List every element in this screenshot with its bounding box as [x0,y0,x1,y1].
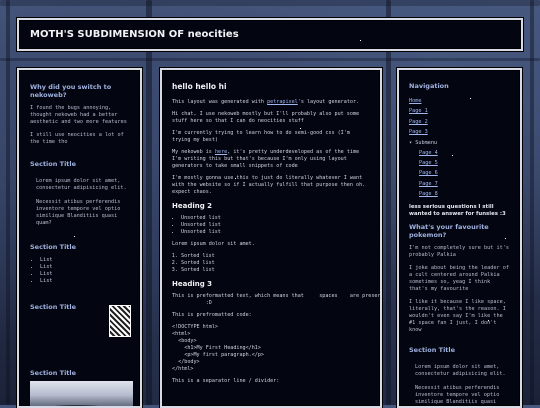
separator-label: This is a separator line / divider: [172,378,280,384]
faq-title: Why did you switch to nekoweb? [30,83,112,99]
intro-paragraph: This layout was generated with petrapixe… [172,99,370,106]
nav-page-1[interactable]: Page 1 [409,106,510,116]
nekoweb-link[interactable]: here [215,149,227,155]
faq-answer-1: I found the bugs annoying, thought nekow… [30,105,127,125]
snowy-landscape-image [30,381,133,406]
star-sparkle [235,178,236,179]
list-item: Unsorted list [181,229,370,236]
nav-page-2[interactable]: Page 2 [409,117,510,127]
nav-home[interactable]: Home [409,96,510,106]
pokemon-answer: I like it because I like space, literall… [409,298,506,333]
nav-page-3[interactable]: Page 3 [409,127,510,137]
petrapixel-link[interactable]: petrapixel [267,99,298,105]
star-sparkle [452,155,453,156]
sorted-list: Sorted list Sorted list Sorted list [172,253,370,274]
intro-text: This layout was generated with [172,99,268,105]
site-header: MOTH'S SUBDIMENSION OF neocities [17,18,523,51]
section-title: Section Title [409,345,456,354]
paragraph: I'm currently trying to learn how to do … [172,130,350,143]
list-item: List [40,278,129,285]
heading-2: Heading 2 [172,202,213,210]
right-sidebar: Navigation Home Page 1 Page 2 Page 3 ▾ S… [397,68,522,408]
star-sparkle [74,236,75,237]
submenu-toggle[interactable]: ▾ Submenu [409,138,510,148]
left-sidebar: Why did you switch to nekoweb? I found t… [17,68,142,408]
navigation-menu: Home Page 1 Page 2 Page 3 ▾ Submenu Page… [409,96,510,200]
paragraph: Hi chat, I use nekoweb mostly but I'll p… [172,111,360,124]
page-heading: hello hello hi [172,82,227,91]
navigation-title: Navigation [409,82,449,90]
site-title: MOTH'S SUBDIMENSION OF neocities [30,29,239,40]
paragraph: I'm mostly gonna use this to just do lit… [172,175,366,195]
code-label: This is prefromatted code: [172,312,252,318]
section-text: Lorem ipsum dolor sit amet, consectetur … [36,178,127,191]
paragraph: My nekoweb is here, it's pretty underdev… [172,149,370,170]
section-title: Section Title [30,243,77,251]
star-sparkle [300,128,301,129]
section-text: Necessit atibus perferendis inventore te… [36,199,121,226]
nav-page-8[interactable]: Page 8 [409,189,510,199]
intro-text-end: 's layout generator. [297,99,360,105]
list-item: Sorted list [181,253,370,260]
pokemon-answer: I joke about being the leader of a cult … [409,264,509,292]
section-text: Lorem ipsum dolor sit amet, consectetur … [415,363,506,377]
section-text: Necessit atibus perferendis inventore te… [415,384,500,406]
favourite-pokemon-title: What's your favourite pokemon? [409,222,489,239]
star-sparkle [505,238,506,239]
section-title: Section Title [30,369,77,377]
list-item: Sorted list [181,260,370,267]
list-item: List [40,271,129,278]
tree-branch [0,0,540,6]
list-item: List [40,257,129,264]
nav-page-7[interactable]: Page 7 [409,179,510,189]
star-sparkle [488,320,489,321]
star-sparkle [360,40,361,41]
pixel-art-image [109,305,131,337]
heading-3: Heading 3 [172,280,213,288]
main-content: hello hello hi This layout was generated… [160,68,382,408]
tree-trunk [6,0,10,405]
section-title: Section Title [30,160,77,168]
bullet-list: List List List List [30,257,129,285]
faq-answer-2: I still use neocities a lot of the time … [30,132,124,145]
star-sparkle [470,98,471,99]
nekoweb-text: My nekoweb is [172,149,215,155]
questions-note: less serious questions I still wanted to… [409,203,506,217]
pokemon-answer: I'm not completely sure but it's probabl… [409,244,509,258]
nav-page-6[interactable]: Page 6 [409,168,510,178]
preformatted-text: This is preformatted text, which means t… [172,293,381,306]
list-item: Unsorted list [181,215,370,222]
unsorted-list: Unsorted list Unsorted list Unsorted lis… [172,215,370,236]
nav-page-5[interactable]: Page 5 [409,158,510,168]
list-item: Unsorted list [181,222,370,229]
tree-trunk [530,0,534,405]
code-block: <!DOCTYPE html> <html> <body> <h1>My Fir… [172,324,265,372]
lorem-paragraph: Lorem ipsum dolor sit amet. [172,241,255,247]
tree-branch [0,58,540,61]
list-item: List [40,264,129,271]
nav-page-4[interactable]: Page 4 [409,148,510,158]
list-item: Sorted list [181,267,370,274]
